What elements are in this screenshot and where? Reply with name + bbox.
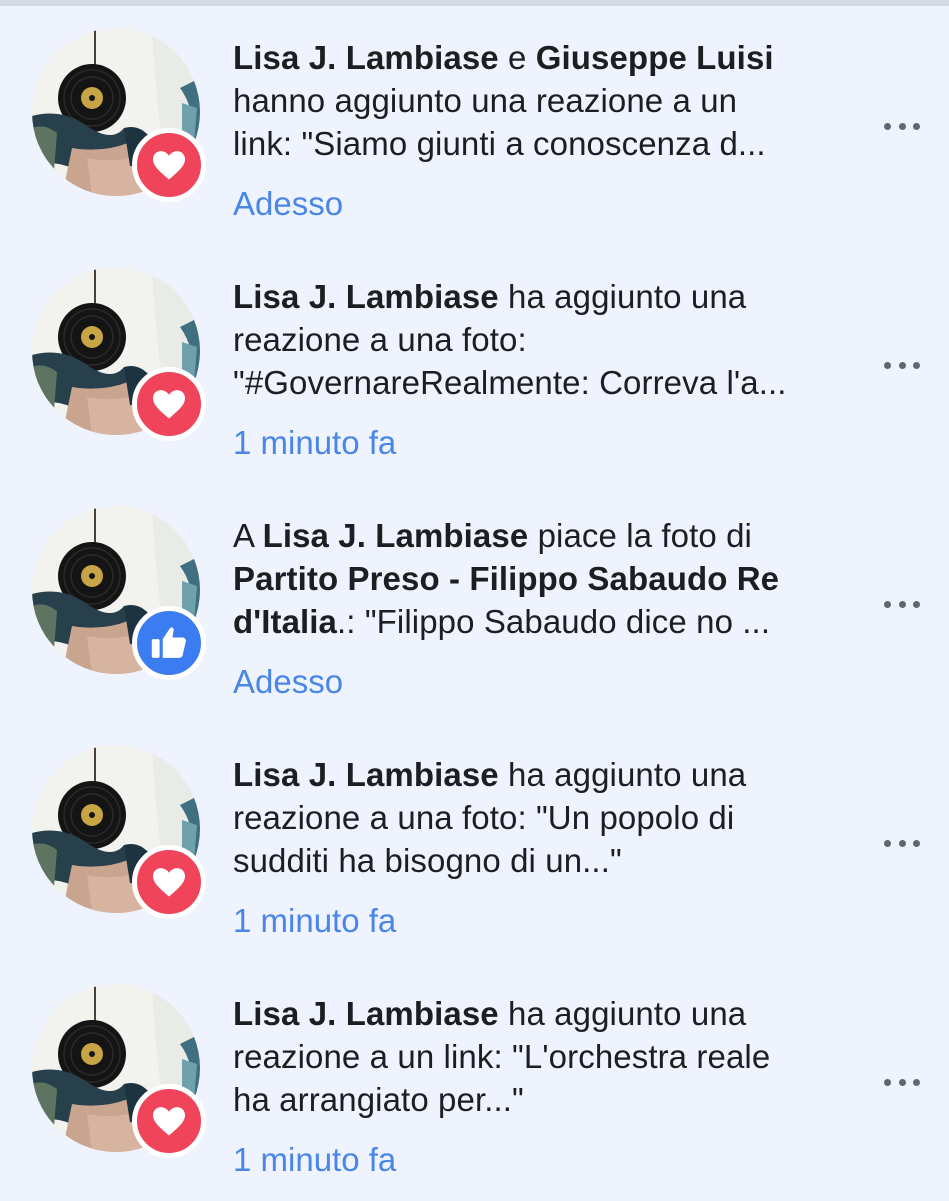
notification-text-line: "#GovernareRealmente: Correva l'a... xyxy=(233,361,833,404)
text-segment: ha arrangiato per..." xyxy=(233,1081,524,1118)
text-segment: ha aggiunto una xyxy=(498,995,747,1032)
bold-name: Lisa J. Lambiase xyxy=(262,517,529,554)
reaction-badge xyxy=(132,845,206,919)
more-options-icon[interactable] xyxy=(884,353,920,377)
dot xyxy=(898,600,906,608)
text-segment: ha aggiunto una xyxy=(498,756,747,793)
bold-name: Lisa J. Lambiase xyxy=(233,278,499,315)
reaction-badge xyxy=(132,606,206,680)
dot xyxy=(898,1078,906,1086)
more-options-icon[interactable] xyxy=(884,592,920,616)
notification-text-line: Partito Preso - Filippo Sabaudo Re xyxy=(233,557,833,600)
text-segment: A xyxy=(233,517,263,554)
more-options-icon[interactable] xyxy=(884,1070,920,1094)
text-segment: reazione a una foto: "Un popolo di xyxy=(233,799,735,836)
notification-text: Lisa J. Lambiase e Giuseppe Luisi hanno a… xyxy=(233,36,833,165)
notification-item[interactable]: Lisa J. Lambiase ha aggiunto una reazione… xyxy=(0,723,949,962)
notification-text-line: A Lisa J. Lambiase piace la foto di xyxy=(233,514,833,557)
notification-item[interactable]: Lisa J. Lambiase ha aggiunto una reazione… xyxy=(0,245,949,484)
notification-text-line: Lisa J. Lambiase e Giuseppe Luisi xyxy=(233,36,833,79)
notification-text: Lisa J. Lambiase ha aggiunto una reazione… xyxy=(233,275,833,404)
dot xyxy=(884,839,891,847)
more-options-icon[interactable] xyxy=(884,831,920,855)
reaction-badge xyxy=(132,367,206,441)
notification-text: A Lisa J. Lambiase piace la foto di Parti… xyxy=(233,514,833,643)
text-segment: .: "Filippo Sabaudo dice no ... xyxy=(337,603,771,640)
notification-text-line: reazione a una foto: "Un popolo di xyxy=(233,796,833,839)
notification-text-line: reazione a un link: "L'orchestra reale xyxy=(233,1035,833,1078)
text-segment: reazione a un link: "L'orchestra reale xyxy=(233,1038,771,1075)
notification-item[interactable]: Lisa J. Lambiase ha aggiunto una reazione… xyxy=(0,962,949,1201)
text-segment: "#GovernareRealmente: Correva l'a... xyxy=(233,364,787,401)
bold-name: Partito Preso - Filippo Sabaudo Re xyxy=(233,560,780,597)
notification-text: Lisa J. Lambiase ha aggiunto una reazione… xyxy=(233,753,833,882)
bold-name: Giuseppe Luisi xyxy=(535,39,774,76)
dot xyxy=(898,361,906,369)
dot xyxy=(884,600,891,608)
notification-text-line: ha arrangiato per..." xyxy=(233,1078,833,1121)
bold-name: Lisa J. Lambiase xyxy=(233,995,499,1032)
timestamp: 1 minuto fa xyxy=(233,1141,397,1178)
dot xyxy=(898,839,906,847)
notification-text-line: d'Italia.: "Filippo Sabaudo dice no ... xyxy=(233,600,833,643)
notification-text-line: hanno aggiunto una reazione a un xyxy=(233,79,833,122)
text-segment: ha aggiunto una xyxy=(498,278,747,315)
reaction-badge xyxy=(132,1084,206,1158)
text-segment: hanno aggiunto una reazione a un xyxy=(233,82,738,119)
heart-icon xyxy=(151,866,187,898)
dot xyxy=(913,361,920,369)
timestamp: 1 minuto fa xyxy=(233,424,397,461)
dot xyxy=(913,839,920,847)
notification-text-line: Lisa J. Lambiase ha aggiunto una xyxy=(233,753,833,796)
notification-item[interactable]: Lisa J. Lambiase e Giuseppe Luisi hanno a… xyxy=(0,6,949,245)
dot xyxy=(884,1078,891,1086)
timestamp: Adesso xyxy=(233,185,344,222)
notification-list: Lisa J. Lambiase e Giuseppe Luisi hanno a… xyxy=(0,6,949,1201)
bold-name: Lisa J. Lambiase xyxy=(233,756,499,793)
notification-text: Lisa J. Lambiase ha aggiunto una reazione… xyxy=(233,992,833,1121)
notification-text-line: link: "Siamo giunti a conoscenza d... xyxy=(233,122,833,165)
text-segment: sudditi ha bisogno di un..." xyxy=(233,842,622,879)
text-segment: reazione a una foto: xyxy=(233,321,527,358)
dot xyxy=(898,122,906,130)
notification-text-line: sudditi ha bisogno di un..." xyxy=(233,839,833,882)
timestamp: Adesso xyxy=(233,663,344,700)
bold-name: Lisa J. Lambiase xyxy=(233,39,499,76)
dot xyxy=(913,1078,920,1086)
text-segment: e xyxy=(498,39,536,76)
heart-icon xyxy=(151,388,187,420)
notification-item[interactable]: A Lisa J. Lambiase piace la foto di Parti… xyxy=(0,484,949,723)
notification-text-line: Lisa J. Lambiase ha aggiunto una xyxy=(233,275,833,318)
dot xyxy=(913,122,920,130)
more-options-icon[interactable] xyxy=(884,114,920,138)
text-segment: link: "Siamo giunti a conoscenza d... xyxy=(233,125,766,162)
dot xyxy=(913,600,920,608)
notification-text-line: Lisa J. Lambiase ha aggiunto una xyxy=(233,992,833,1035)
thumbs-up-icon xyxy=(150,625,188,661)
reaction-badge xyxy=(132,128,206,202)
dot xyxy=(884,122,891,130)
bold-name: d'Italia xyxy=(233,603,338,640)
heart-icon xyxy=(151,149,187,181)
heart-icon xyxy=(151,1105,187,1137)
text-segment: piace la foto di xyxy=(528,517,752,554)
timestamp: 1 minuto fa xyxy=(233,902,397,939)
dot xyxy=(884,361,891,369)
notification-text-line: reazione a una foto: xyxy=(233,318,833,361)
